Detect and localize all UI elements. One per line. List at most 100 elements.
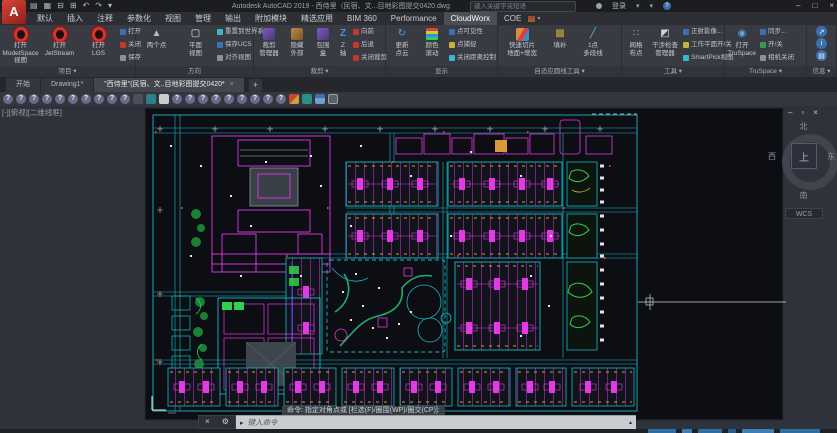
plugin-unknown-icon[interactable]: ? (94, 94, 104, 104)
qat-save-icon[interactable]: ⊟ (57, 0, 64, 12)
open-jetstream-button[interactable]: 打开 JetStream (41, 26, 78, 64)
open-lgs-button[interactable]: 打开 LGS (80, 26, 117, 64)
plugin-unknown-icon[interactable]: ? (198, 94, 208, 104)
plugin-unknown-icon[interactable]: ? (224, 94, 234, 104)
tab-insert[interactable]: 插入 (60, 12, 90, 25)
status-toggle[interactable] (648, 429, 676, 433)
viewcube-east-label[interactable]: 东 (827, 151, 835, 162)
panel-label-display[interactable]: 显示 (386, 66, 497, 77)
plugin-unknown-icon[interactable]: ? (263, 94, 273, 104)
tab-output[interactable]: 输出 (218, 12, 248, 25)
plan-view-button[interactable]: ▢ 平面 视图 (177, 26, 214, 64)
plugin-unknown-icon[interactable]: ? (250, 94, 260, 104)
viewcube-west-label[interactable]: 西 (768, 151, 776, 162)
plugin-unknown-icon[interactable]: ? (107, 94, 117, 104)
viewport-controls[interactable]: [-][俯视][二维线框] (2, 107, 62, 118)
file-tab-drawing1[interactable]: Drawing1* (41, 78, 93, 92)
share-icon[interactable]: ↗ (816, 26, 827, 37)
panel-label-adaptive[interactable]: 自适应圆线工具 ▾ (498, 66, 621, 77)
plugin-unknown-icon[interactable]: ? (29, 94, 39, 104)
qat-undo-icon[interactable]: ↶ (83, 0, 90, 12)
plugin-teal-icon[interactable] (302, 94, 312, 104)
minimize-button[interactable]: – (796, 0, 800, 11)
plugin-unknown-icon[interactable]: ? (55, 94, 65, 104)
tab-featured-apps[interactable]: 精选应用 (294, 12, 340, 25)
plugin-unknown-icon[interactable]: ? (16, 94, 26, 104)
qat-redo-icon[interactable]: ↷ (95, 0, 102, 12)
signin-caret-icon[interactable]: ▾ (636, 2, 640, 10)
file-tab-start[interactable]: 开始 (6, 78, 40, 92)
wcs-dropdown[interactable]: WCS (785, 208, 823, 219)
open-truspace-button[interactable]: ◉ 打开 TruSpace (727, 26, 757, 64)
tab-parametric[interactable]: 参数化 (120, 12, 158, 25)
quick-slice-button[interactable]: 快速切片 地面+增宽 (500, 26, 544, 64)
tab-view[interactable]: 视图 (158, 12, 188, 25)
help-icon[interactable]: ? (663, 2, 671, 10)
status-toggle[interactable] (728, 429, 736, 433)
docs-icon[interactable]: ▤ (816, 50, 827, 61)
distance-control-off-button[interactable]: 关闭距离控制 (449, 54, 496, 62)
info-icon[interactable]: i (816, 38, 827, 49)
help-search-box[interactable] (470, 1, 576, 12)
new-drawing-tab-button[interactable]: + (249, 79, 262, 92)
app-store-icon[interactable]: ▾ (650, 2, 654, 10)
open-modelspace-view-button[interactable]: 打开 ModelSpace视图 (2, 26, 39, 64)
truspace-toggle-button[interactable]: 开/关 (760, 41, 794, 49)
point-snap-button[interactable]: 点捕捉 (449, 41, 496, 49)
point-visibility-button[interactable]: 点可见性 (449, 28, 496, 36)
tab-addins[interactable]: 附加模块 (248, 12, 294, 25)
plugin-snowflake-icon[interactable] (133, 94, 143, 104)
qat-new-icon[interactable]: ▤ (30, 0, 38, 12)
tab-coe[interactable]: COE (497, 12, 528, 25)
plugin-unknown-icon[interactable]: ? (81, 94, 91, 104)
plugin-unknown-icon[interactable]: ? (211, 94, 221, 104)
status-toggle[interactable] (682, 429, 692, 433)
help-search-input[interactable] (474, 3, 572, 11)
doc-minimize-button[interactable]: – (788, 108, 792, 117)
plugin-unknown-icon[interactable]: ? (3, 94, 13, 104)
plugin-unknown-icon[interactable]: ? (237, 94, 247, 104)
viewcube-south-label[interactable]: 南 (770, 190, 837, 201)
plugin-white-icon[interactable] (159, 94, 169, 104)
clip-off-button[interactable]: 关闭裁剪 (353, 54, 387, 62)
two-points-button[interactable]: ▲ 两个点 (138, 26, 175, 64)
panel-label-info[interactable]: 信息 ▾ (807, 66, 836, 77)
interference-check-button[interactable]: ◩ 干涉检查 管理器 (650, 26, 680, 64)
command-input[interactable] (248, 418, 629, 427)
plugin-unknown-icon[interactable]: ? (68, 94, 78, 104)
plugin-unknown-icon[interactable]: ? (172, 94, 182, 104)
status-toggle[interactable] (742, 429, 774, 433)
autocad-app-button[interactable]: A (2, 0, 26, 24)
tab-annotate[interactable]: 注释 (90, 12, 120, 25)
update-point-cloud-button[interactable]: ↻ 更新 点云 (388, 26, 416, 64)
site-plan-drawing[interactable] (0, 106, 837, 429)
view-cube[interactable]: 北 西 上 东 南 WCS (770, 118, 837, 228)
doc-restore-button[interactable]: ▫ (801, 108, 804, 117)
plugin-palette-icon[interactable] (289, 94, 299, 104)
qat-dropdown-icon[interactable]: ▾ (108, 0, 112, 12)
plugin-unknown-icon[interactable]: ? (185, 94, 195, 104)
tab-cloudworx[interactable]: CloudWorx (444, 12, 497, 25)
ribbon-display-options[interactable]: ▾ (528, 12, 544, 25)
color-scroll-button[interactable]: 颜色 滚动 (418, 26, 446, 64)
clip-back-button[interactable]: 后退 (353, 41, 387, 49)
file-tab-active-drawing[interactable]: "西侍里"(民宿、文..目地彩图提交0420* × (94, 78, 244, 92)
plugin-grid-icon[interactable] (315, 94, 325, 104)
status-toggle[interactable] (780, 429, 820, 433)
viewcube-north-label[interactable]: 北 (770, 121, 837, 132)
z-axis-button[interactable]: Z Z 轴 (336, 26, 350, 64)
maximize-button[interactable]: □ (812, 0, 817, 11)
drawing-area[interactable]: [-][俯视][二维线框] – ▫ × 北 西 上 东 南 WCS 命令: 指定… (0, 106, 837, 429)
plugin-unknown-icon[interactable]: ? (120, 94, 130, 104)
panel-label-project[interactable]: 项目 ▾ (0, 66, 135, 77)
panel-label-truspace[interactable]: TruSpace ▾ (725, 66, 806, 77)
tab-bim360[interactable]: BIM 360 (340, 12, 384, 25)
qat-plot-icon[interactable]: ⊞ (70, 0, 77, 12)
truspace-sync-button[interactable]: 同步... (760, 28, 794, 36)
hide-outside-button[interactable]: 隐藏 外部 (284, 26, 310, 64)
command-customize-icon[interactable]: ⚙ (222, 416, 229, 428)
clip-forward-button[interactable]: 向前 (353, 28, 387, 36)
plugin-unknown-icon[interactable]: ? (276, 94, 286, 104)
panel-label-clip[interactable]: 裁剪 ▾ (254, 66, 385, 77)
clip-manager-button[interactable]: 裁剪 管理器 (256, 26, 282, 64)
